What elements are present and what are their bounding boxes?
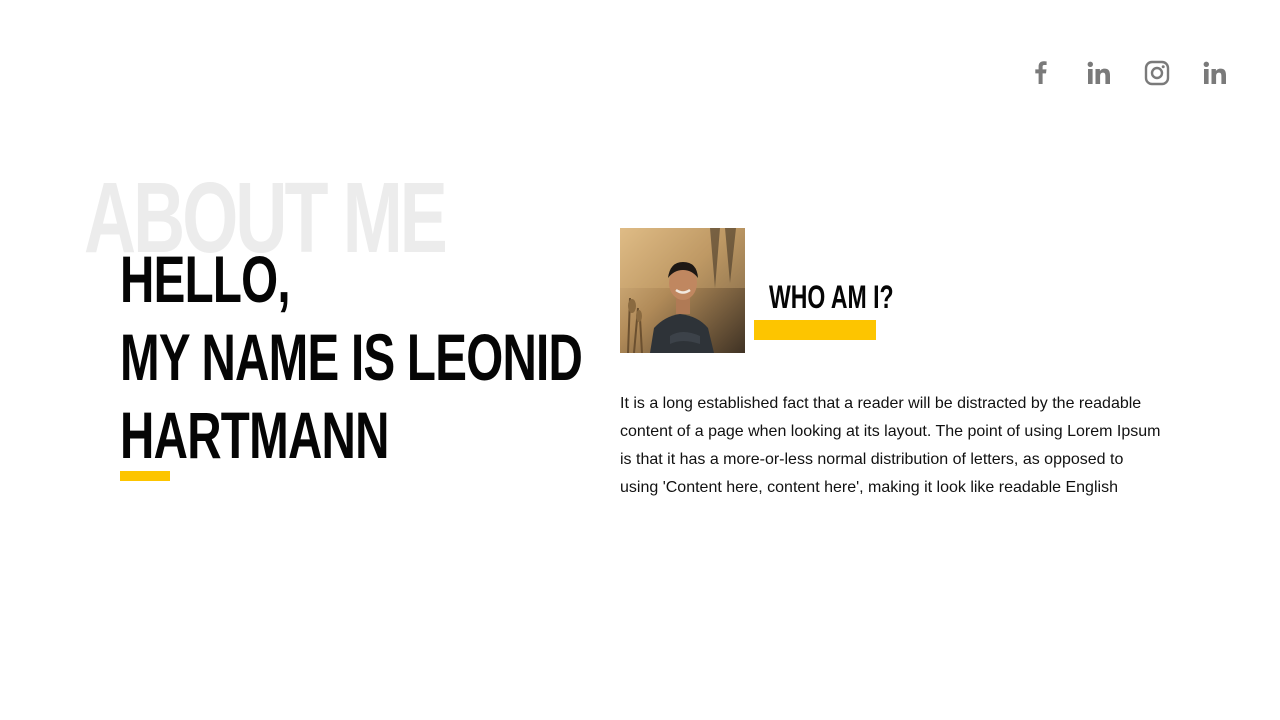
hero-line-surname: HARTMANN (120, 398, 389, 472)
hero-accent-bar (120, 471, 170, 481)
facebook-icon (1035, 61, 1047, 84)
about-page: ABOUT ME HELLO, MY NAME IS LEONID HARTMA… (0, 0, 1280, 720)
hero-line-greeting: HELLO, (120, 242, 291, 316)
about-description: It is a long established fact that a rea… (620, 395, 1161, 496)
who-am-i-accent-bar (754, 320, 876, 340)
linkedin-link[interactable] (1084, 58, 1114, 88)
facebook-link[interactable] (1026, 58, 1056, 88)
instagram-link[interactable] (1142, 58, 1172, 88)
hero-line-name: MY NAME IS LEONID (120, 320, 583, 394)
linkedin-link-secondary[interactable] (1200, 58, 1230, 88)
who-am-i-title: WHO AM I? (769, 279, 894, 315)
instagram-icon (1144, 60, 1170, 86)
linkedin-icon (1203, 61, 1226, 84)
hero-heading: HELLO, MY NAME IS LEONID HARTMANN (120, 240, 583, 474)
social-links (1026, 58, 1230, 88)
linkedin-icon (1087, 61, 1110, 84)
profile-photo (620, 228, 745, 353)
profile-photo-illustration (620, 228, 745, 353)
